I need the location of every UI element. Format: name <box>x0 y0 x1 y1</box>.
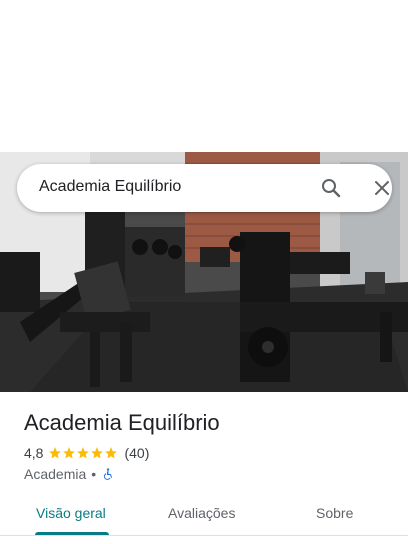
search-icon[interactable] <box>319 176 343 200</box>
rating-value: 4,8 <box>24 445 44 461</box>
star-icon <box>77 447 90 459</box>
tab-divider <box>0 535 408 536</box>
rating-row[interactable]: 4,8 (40) <box>24 444 149 462</box>
tab-about[interactable]: Sobre <box>316 505 353 521</box>
category-row: Academia • <box>24 465 114 483</box>
star-icon <box>63 447 76 459</box>
tab-overview[interactable]: Visão geral <box>36 505 106 521</box>
close-icon[interactable] <box>370 176 394 200</box>
star-icon <box>105 447 118 459</box>
star-icon <box>91 447 104 459</box>
category-label: Academia <box>24 466 87 482</box>
wheelchair-accessible-icon[interactable] <box>101 467 114 481</box>
review-count[interactable]: (40) <box>124 445 149 461</box>
place-title: Academia Equilíbrio <box>24 410 220 435</box>
map-top-area <box>0 0 408 152</box>
search-input[interactable]: Academia Equilíbrio <box>39 178 181 196</box>
place-tabs: Visão geral Avaliações Sobre <box>0 494 408 536</box>
tab-reviews[interactable]: Avaliações <box>168 505 235 521</box>
search-bar[interactable]: Academia Equilíbrio <box>17 164 392 212</box>
separator-dot: • <box>91 466 97 482</box>
star-rating <box>48 446 118 460</box>
star-icon <box>49 447 62 459</box>
